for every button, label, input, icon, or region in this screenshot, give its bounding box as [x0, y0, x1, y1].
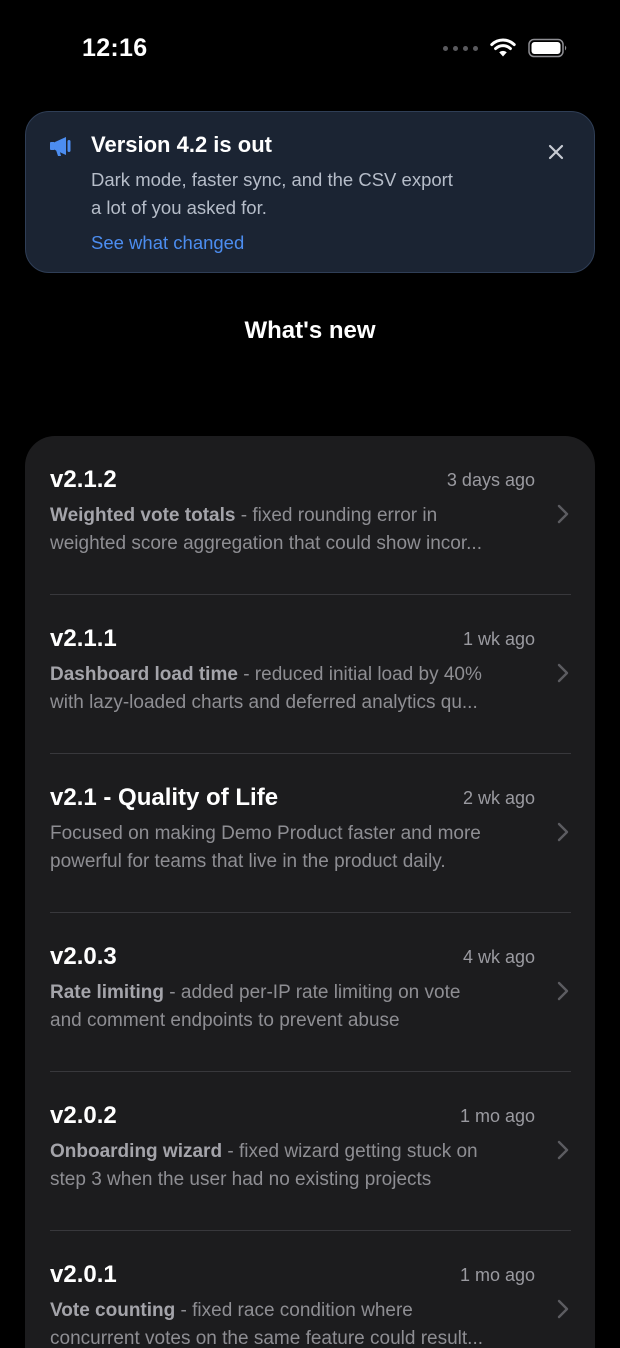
status-time: 12:16	[82, 34, 148, 62]
chevron-right-icon	[557, 1299, 569, 1324]
close-icon	[548, 144, 564, 160]
entry-version: v2.0.2	[50, 1102, 117, 1129]
entry-highlight: Rate limiting	[50, 982, 165, 1003]
changelog-entry[interactable]: v2.0.1 1 mo ago Vote counting - fixed ra…	[25, 1231, 595, 1348]
chevron-right-icon	[557, 663, 569, 688]
wifi-icon	[490, 38, 516, 58]
entry-description-line1: Rate limiting - added per-IP rate limiti…	[50, 979, 540, 1007]
entry-date: 1 mo ago	[459, 1106, 535, 1126]
close-banner-button[interactable]	[544, 140, 568, 164]
entry-description-line2: step 3 when the user had no existing pro…	[50, 1169, 432, 1190]
entry-version: v2.0.1	[50, 1261, 117, 1288]
entry-date: 1 wk ago	[462, 629, 535, 649]
entry-highlight: Dashboard load time	[50, 664, 238, 685]
entry-description: Onboarding wizard - fixed wizard getting…	[50, 1138, 540, 1194]
entry-description-line1: Onboarding wizard - fixed wizard getting…	[50, 1138, 540, 1166]
entry-description: Rate limiting - added per-IP rate limiti…	[50, 979, 540, 1035]
banner-body-line: Dark mode, faster sync, and the CSV expo…	[91, 169, 453, 190]
entry-description: Focused on making Demo Product faster an…	[50, 820, 540, 876]
banner-title: Version 4.2 is out	[91, 132, 272, 157]
changelog-entry[interactable]: v2.0.3 4 wk ago Rate limiting - added pe…	[25, 913, 595, 1072]
entry-version: v2.1.2	[50, 466, 117, 493]
entry-highlight: Vote counting	[50, 1300, 176, 1321]
changelog-entry[interactable]: v2.0.2 1 mo ago Onboarding wizard - fixe…	[25, 1072, 595, 1231]
status-bar: 12:16	[0, 0, 620, 100]
entry-line1-rest: - fixed rounding error in	[235, 505, 438, 526]
entry-description-line2: powerful for teams that live in the prod…	[50, 851, 446, 872]
banner-body-line: a lot of you asked for.	[91, 197, 267, 218]
entry-description-line1: Weighted vote totals - fixed rounding er…	[50, 502, 540, 530]
entry-highlight: Onboarding wizard	[50, 1141, 223, 1162]
entry-description-line2: and comment endpoints to prevent abuse	[50, 1010, 400, 1031]
battery-icon	[528, 38, 568, 58]
cellular-signal-icon	[443, 45, 478, 51]
entry-description-line1: Focused on making Demo Product faster an…	[50, 820, 540, 848]
entry-version: v2.1 - Quality of Life	[50, 784, 279, 811]
changelog-entry[interactable]: v2.1.2 3 days ago Weighted vote totals -…	[25, 436, 595, 595]
entry-line1-rest: Focused on making Demo Product faster an…	[50, 823, 481, 844]
entry-date: 2 wk ago	[462, 788, 535, 808]
changelog-screen: 12:16 Version 4.2 is out Dark mode, fast…	[0, 0, 620, 1348]
megaphone-icon	[48, 134, 74, 163]
entry-line1-rest: - fixed wizard getting stuck on	[222, 1141, 478, 1162]
changelog-list: v2.1.2 3 days ago Weighted vote totals -…	[25, 436, 595, 1348]
entry-description: Weighted vote totals - fixed rounding er…	[50, 502, 540, 558]
chevron-right-icon	[557, 1140, 569, 1165]
entry-date: 1 mo ago	[459, 1265, 535, 1285]
entry-description-line1: Vote counting - fixed race condition whe…	[50, 1297, 540, 1325]
entry-line1-rest: - added per-IP rate limiting on vote	[164, 982, 461, 1003]
release-announcement-banner: Version 4.2 is out Dark mode, faster syn…	[25, 111, 595, 273]
chevron-right-icon	[557, 504, 569, 529]
entry-line1-rest: - fixed race condition where	[175, 1300, 413, 1321]
changelog-entry[interactable]: v2.1 - Quality of Life 2 wk ago Focused …	[25, 754, 595, 913]
entry-description-line2: concurrent votes on the same feature cou…	[50, 1328, 484, 1348]
changelog-entry[interactable]: v2.1.1 1 wk ago Dashboard load time - re…	[25, 595, 595, 754]
entry-line1-rest: - reduced initial load by 40%	[237, 664, 482, 685]
banner-body: Dark mode, faster sync, and the CSV expo…	[91, 166, 531, 222]
section-title: What's new	[244, 317, 376, 344]
see-what-changed-link[interactable]: See what changed	[91, 232, 244, 254]
chevron-right-icon	[557, 981, 569, 1006]
entry-version: v2.1.1	[50, 625, 117, 652]
entry-description: Dashboard load time - reduced initial lo…	[50, 661, 540, 717]
entry-description: Vote counting - fixed race condition whe…	[50, 1297, 540, 1348]
entry-highlight: Weighted vote totals	[50, 505, 236, 526]
entry-date: 4 wk ago	[462, 947, 535, 967]
entry-date: 3 days ago	[446, 470, 535, 490]
entry-description-line2: with lazy-loaded charts and deferred ana…	[50, 692, 478, 713]
chevron-right-icon	[557, 822, 569, 847]
entry-version: v2.0.3	[50, 943, 117, 970]
entry-description-line1: Dashboard load time - reduced initial lo…	[50, 661, 540, 689]
entry-description-line2: weighted score aggregation that could sh…	[50, 533, 482, 554]
status-icons	[443, 38, 568, 58]
